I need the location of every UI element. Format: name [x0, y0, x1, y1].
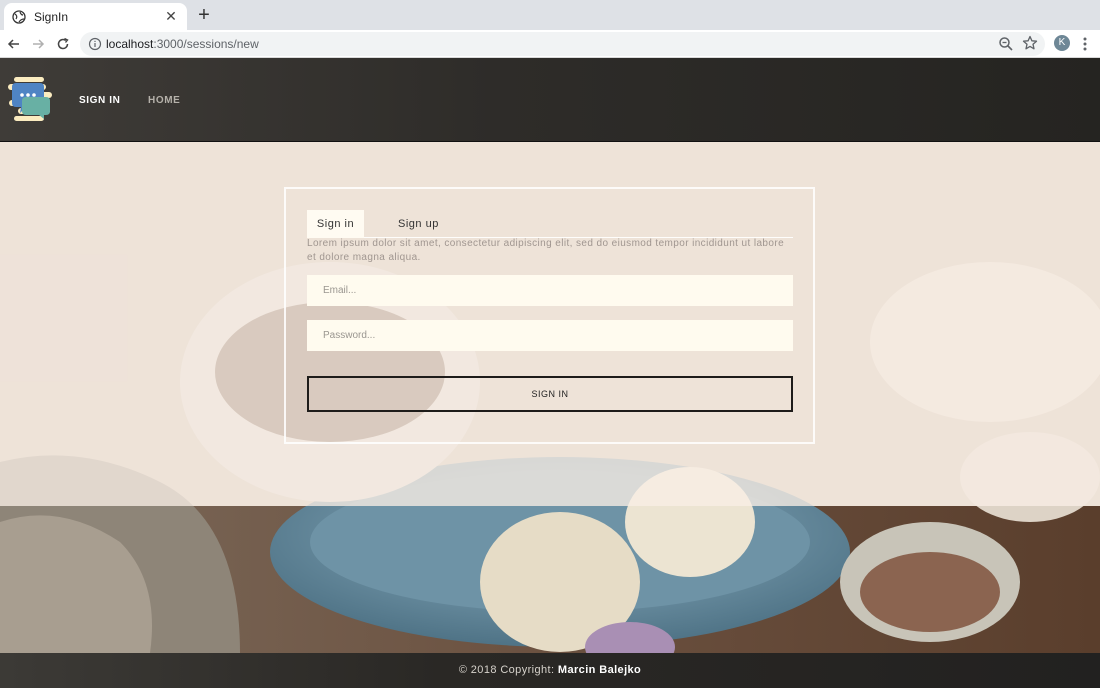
hero-section: Sign in Sign up Lorem ipsum dolor sit am… — [0, 142, 1100, 653]
reload-icon[interactable] — [54, 35, 72, 53]
browser-tab[interactable]: SignIn ✕ — [4, 3, 187, 30]
site-footer: © 2018 Copyright: Marcin Balejko — [0, 653, 1100, 688]
form-description: Lorem ipsum dolor sit amet, consectetur … — [307, 238, 785, 263]
browser-toolbar: localhost:3000/sessions/new — [0, 30, 1100, 58]
browser-tabstrip: SignIn ✕ + — [0, 0, 1100, 30]
zoom-icon[interactable] — [998, 36, 1014, 52]
author-name: Marcin Balejko — [557, 664, 642, 676]
address-bar[interactable]: localhost:3000/sessions/new — [80, 32, 1045, 56]
auth-tabs: Sign in Sign up — [307, 210, 793, 238]
copyright-text: © 2018 Copyright: — [458, 664, 555, 676]
back-icon[interactable] — [5, 35, 23, 53]
url-path: :3000/sessions/new — [153, 37, 259, 51]
auth-panel: Sign in Sign up Lorem ipsum dolor sit am… — [284, 187, 815, 444]
close-tab-icon[interactable]: ✕ — [163, 8, 179, 25]
password-field[interactable] — [307, 320, 793, 351]
sign-in-button[interactable]: SIGN IN — [307, 376, 793, 412]
tab-sign-up[interactable]: Sign up — [398, 210, 439, 238]
kebab-menu-icon[interactable] — [1081, 36, 1089, 52]
url-host: localhost — [106, 37, 154, 51]
email-field[interactable] — [307, 275, 793, 306]
forward-icon[interactable] — [29, 35, 47, 53]
chat-logo-icon[interactable] — [6, 75, 54, 123]
tab-sign-in[interactable]: Sign in — [307, 210, 364, 238]
site-header: SIGN IN HOME — [0, 58, 1100, 142]
nav-home-link[interactable]: HOME — [148, 95, 180, 106]
nav-sign-in-link[interactable]: SIGN IN — [79, 95, 120, 106]
bookmark-star-icon[interactable] — [1022, 35, 1038, 51]
url-text[interactable]: localhost:3000/sessions/new — [106, 37, 259, 51]
new-tab-icon[interactable]: + — [194, 5, 214, 25]
globe-icon — [12, 9, 26, 24]
info-icon[interactable] — [88, 37, 102, 51]
tab-title: SignIn — [34, 9, 69, 24]
profile-avatar[interactable]: K — [1054, 35, 1070, 51]
